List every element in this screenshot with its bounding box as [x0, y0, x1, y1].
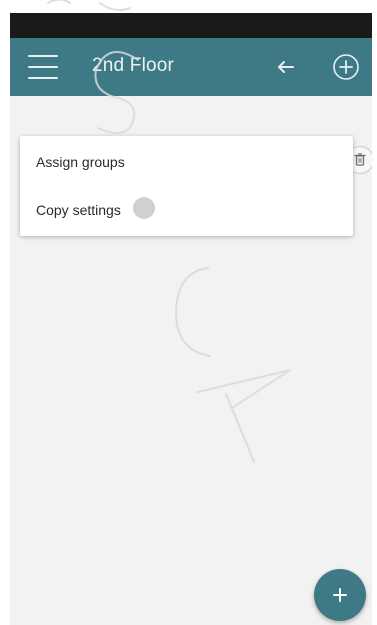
menu-line — [28, 66, 58, 68]
arrow-left-icon[interactable] — [273, 55, 299, 79]
menu-item-label: Assign groups — [36, 154, 125, 170]
menu-line — [28, 77, 58, 79]
menu-item-label: Copy settings — [36, 202, 121, 218]
touch-indicator — [133, 197, 155, 219]
status-bar — [10, 13, 372, 38]
context-menu: Assign groups Copy settings — [20, 136, 353, 236]
app-bar: 2nd Floor — [10, 38, 372, 96]
phone-screen: 2nd Floor Assign groups Copy settings — [10, 13, 372, 625]
menu-item-copy-settings[interactable]: Copy settings — [20, 186, 353, 234]
plus-circle-icon[interactable] — [332, 53, 360, 81]
hamburger-menu-icon[interactable] — [28, 52, 58, 82]
plus-icon — [333, 588, 347, 602]
menu-item-assign-groups[interactable]: Assign groups — [20, 138, 353, 186]
add-fab-button[interactable] — [314, 569, 366, 621]
page-title: 2nd Floor — [92, 55, 175, 76]
menu-line — [28, 55, 58, 57]
content-area: Assign groups Copy settings — [10, 96, 372, 625]
